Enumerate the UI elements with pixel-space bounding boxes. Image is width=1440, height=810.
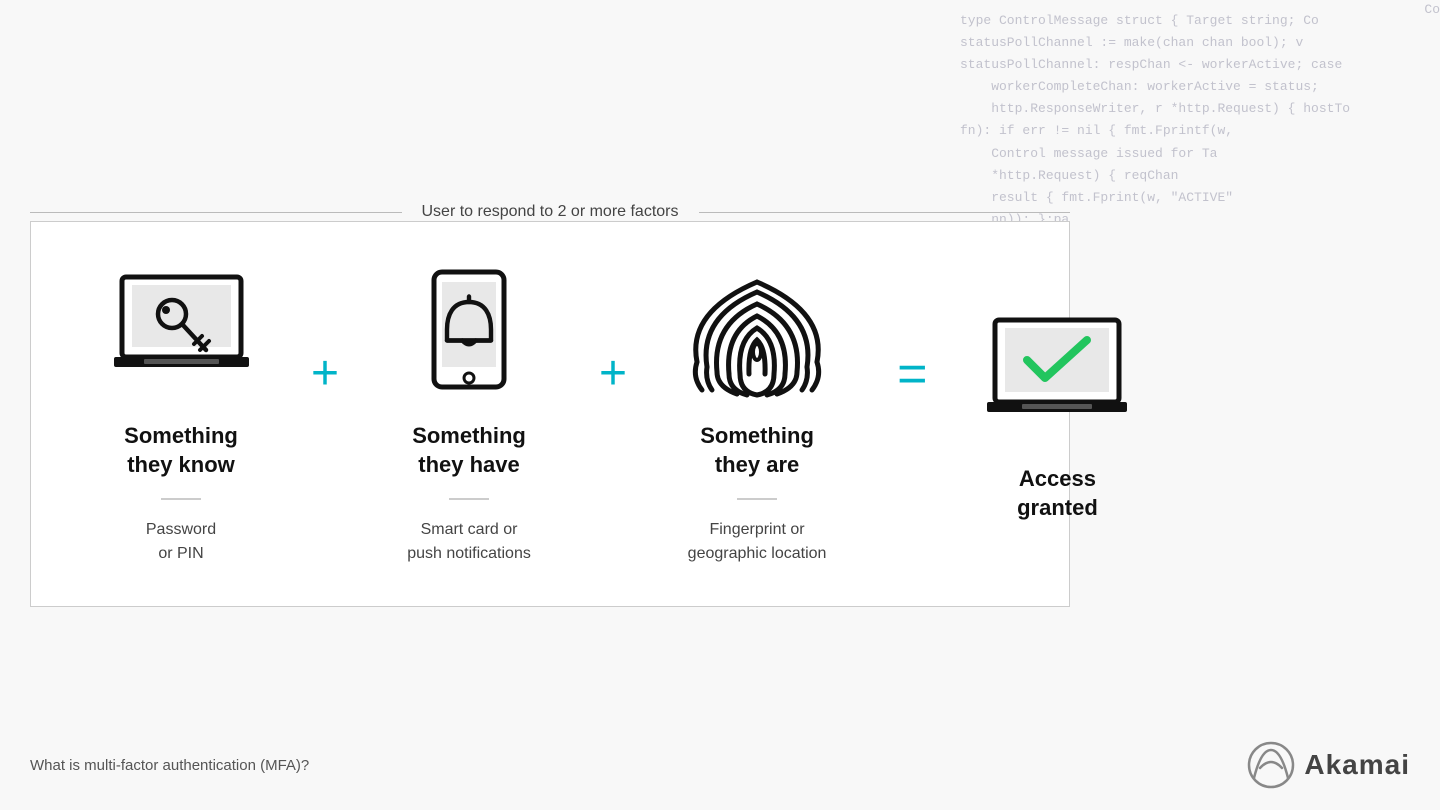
factor-know-divider [161, 498, 201, 500]
factor-know-title: Somethingthey know [124, 422, 238, 479]
box-title: User to respond to 2 or more factors [402, 203, 699, 221]
factor-have-title: Somethingthey have [412, 422, 526, 479]
akamai-logo-icon [1246, 740, 1296, 790]
bottom-bar: What is multi-factor authentication (MFA… [30, 740, 1410, 790]
plus-operator-1: + [311, 350, 339, 398]
factor-have-subtitle: Smart card orpush notifications [407, 518, 531, 566]
factor-are-title: Somethingthey are [700, 422, 814, 479]
fingerprint-icon [677, 262, 837, 402]
factor-have-divider [449, 498, 489, 500]
factor-are: Somethingthey are Fingerprint orgeograph… [647, 262, 867, 565]
factor-have: Somethingthey have Smart card orpush not… [359, 262, 579, 565]
laptop-key-icon [101, 262, 261, 402]
mfa-box: Somethingthey know Passwordor PIN + [30, 221, 1070, 606]
equals-operator: = [897, 344, 927, 404]
factor-know-subtitle: Passwordor PIN [146, 518, 216, 566]
result-title: Accessgranted [1017, 465, 1098, 522]
akamai-logo: Akamai [1246, 740, 1410, 790]
corner-text: Co [1424, 2, 1440, 17]
factor-are-subtitle: Fingerprint orgeographic location [688, 518, 827, 566]
laptop-check-icon [977, 305, 1137, 445]
factor-know: Somethingthey know Passwordor PIN [71, 262, 291, 565]
phone-bell-icon [389, 262, 549, 402]
main-content: User to respond to 2 or more factors [0, 0, 1100, 810]
factor-are-divider [737, 498, 777, 500]
akamai-logo-text: Akamai [1304, 749, 1410, 781]
result-access: Accessgranted [957, 305, 1157, 522]
bottom-label: What is multi-factor authentication (MFA… [30, 757, 309, 774]
plus-operator-2: + [599, 350, 627, 398]
